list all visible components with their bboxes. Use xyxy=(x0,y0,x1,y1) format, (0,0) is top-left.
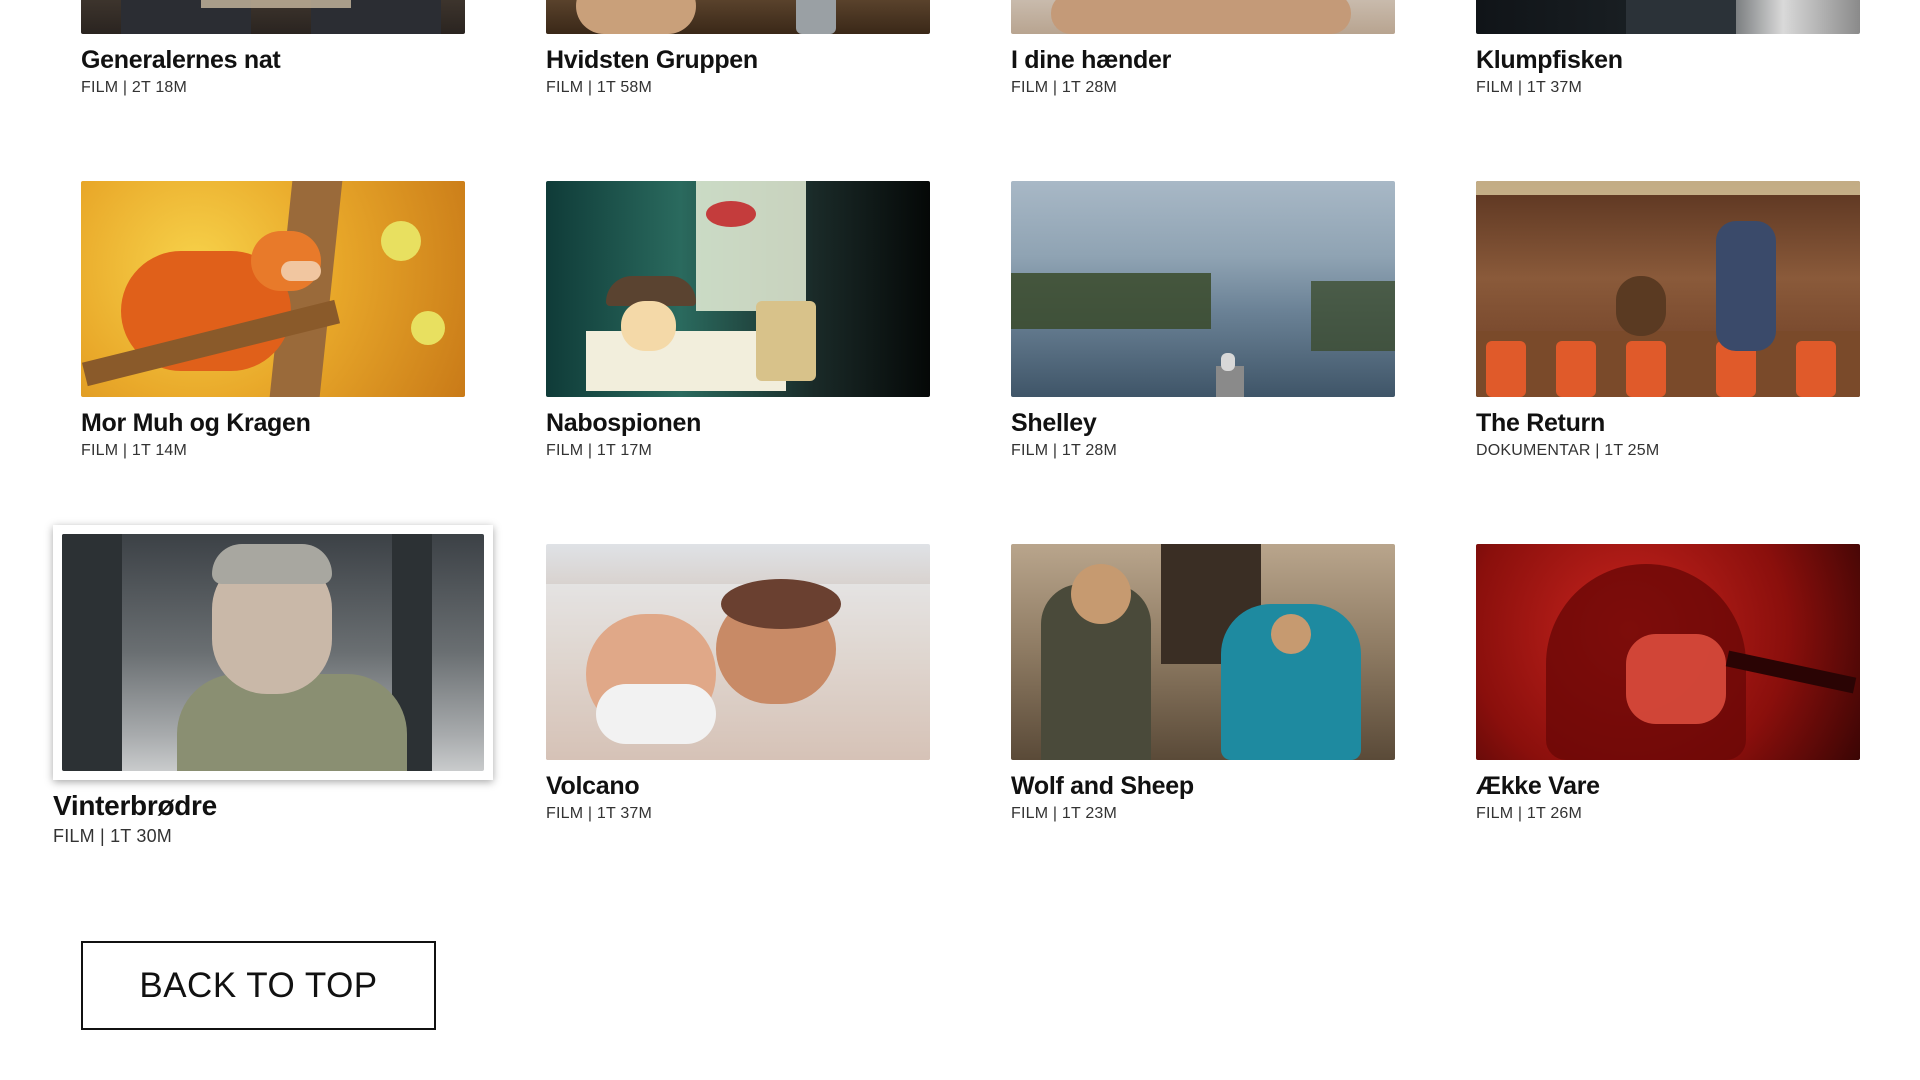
movie-thumbnail xyxy=(81,181,465,397)
movie-meta: FILM | 1T 14M xyxy=(81,442,188,459)
focus-frame xyxy=(53,525,493,780)
movie-thumbnail xyxy=(1011,544,1395,760)
movie-thumbnail xyxy=(546,544,930,760)
movie-meta: FILM | 2T 18M xyxy=(81,79,188,96)
movie-meta: FILM | 1T 28M xyxy=(1011,79,1118,96)
movie-title: Nabospionen xyxy=(546,409,702,437)
movie-meta: FILM | 1T 37M xyxy=(546,805,653,822)
movie-meta: FILM | 1T 28M xyxy=(1011,442,1118,459)
movie-card[interactable]: Volcano FILM | 1T 37M xyxy=(546,544,930,823)
movie-title: Wolf and Sheep xyxy=(1011,772,1194,800)
movie-card[interactable]: The Return DOKUMENTAR | 1T 25M xyxy=(1476,181,1860,460)
movie-meta: FILM | 1T 37M xyxy=(1476,79,1583,96)
movie-thumbnail xyxy=(81,0,465,34)
movie-title: Shelley xyxy=(1011,409,1097,437)
movie-title: Volcano xyxy=(546,772,640,800)
movie-title: Vinterbrødre xyxy=(53,790,217,821)
movie-card[interactable]: Generalernes nat FILM | 2T 18M xyxy=(81,0,465,97)
movie-thumbnail xyxy=(1011,0,1395,34)
movie-thumbnail xyxy=(1011,181,1395,397)
movie-meta: DOKUMENTAR | 1T 25M xyxy=(1476,442,1660,459)
movie-thumbnail xyxy=(546,181,930,397)
movie-thumbnail xyxy=(1476,0,1860,34)
movie-meta: FILM | 1T 30M xyxy=(53,826,172,846)
movie-title: Mor Muh og Kragen xyxy=(81,409,311,437)
movie-card[interactable]: Ække Vare FILM | 1T 26M xyxy=(1476,544,1860,823)
movie-card[interactable]: Mor Muh og Kragen FILM | 1T 14M xyxy=(81,181,465,460)
movie-title: I dine hænder xyxy=(1011,46,1172,74)
movie-card[interactable]: Nabospionen FILM | 1T 17M xyxy=(546,181,930,460)
movie-title: Klumpfisken xyxy=(1476,46,1623,74)
movie-thumbnail xyxy=(1476,181,1860,397)
movie-title: The Return xyxy=(1476,409,1605,437)
movie-title: Generalernes nat xyxy=(81,46,281,74)
movie-thumbnail xyxy=(62,534,484,771)
movie-thumbnail xyxy=(546,0,930,34)
movie-card[interactable]: I dine hænder FILM | 1T 28M xyxy=(1011,0,1395,97)
movie-thumbnail xyxy=(1476,544,1860,760)
movie-card[interactable]: Klumpfisken FILM | 1T 37M xyxy=(1476,0,1860,97)
movie-title: Ække Vare xyxy=(1476,772,1600,800)
movie-meta: FILM | 1T 23M xyxy=(1011,805,1118,822)
movie-meta: FILM | 1T 58M xyxy=(546,79,653,96)
movie-card-focused[interactable]: Vinterbrødre FILM | 1T 30M xyxy=(53,525,493,847)
movie-title: Hvidsten Gruppen xyxy=(546,46,758,74)
movie-grid: Generalernes nat FILM | 2T 18M Hvidsten … xyxy=(0,0,1920,1080)
movie-meta: FILM | 1T 26M xyxy=(1476,805,1583,822)
movie-card[interactable]: Shelley FILM | 1T 28M xyxy=(1011,181,1395,460)
movie-card[interactable]: Hvidsten Gruppen FILM | 1T 58M xyxy=(546,0,930,97)
back-to-top-button[interactable]: BACK TO TOP xyxy=(81,941,436,1030)
movie-meta: FILM | 1T 17M xyxy=(546,442,653,459)
movie-card[interactable]: Wolf and Sheep FILM | 1T 23M xyxy=(1011,544,1395,823)
